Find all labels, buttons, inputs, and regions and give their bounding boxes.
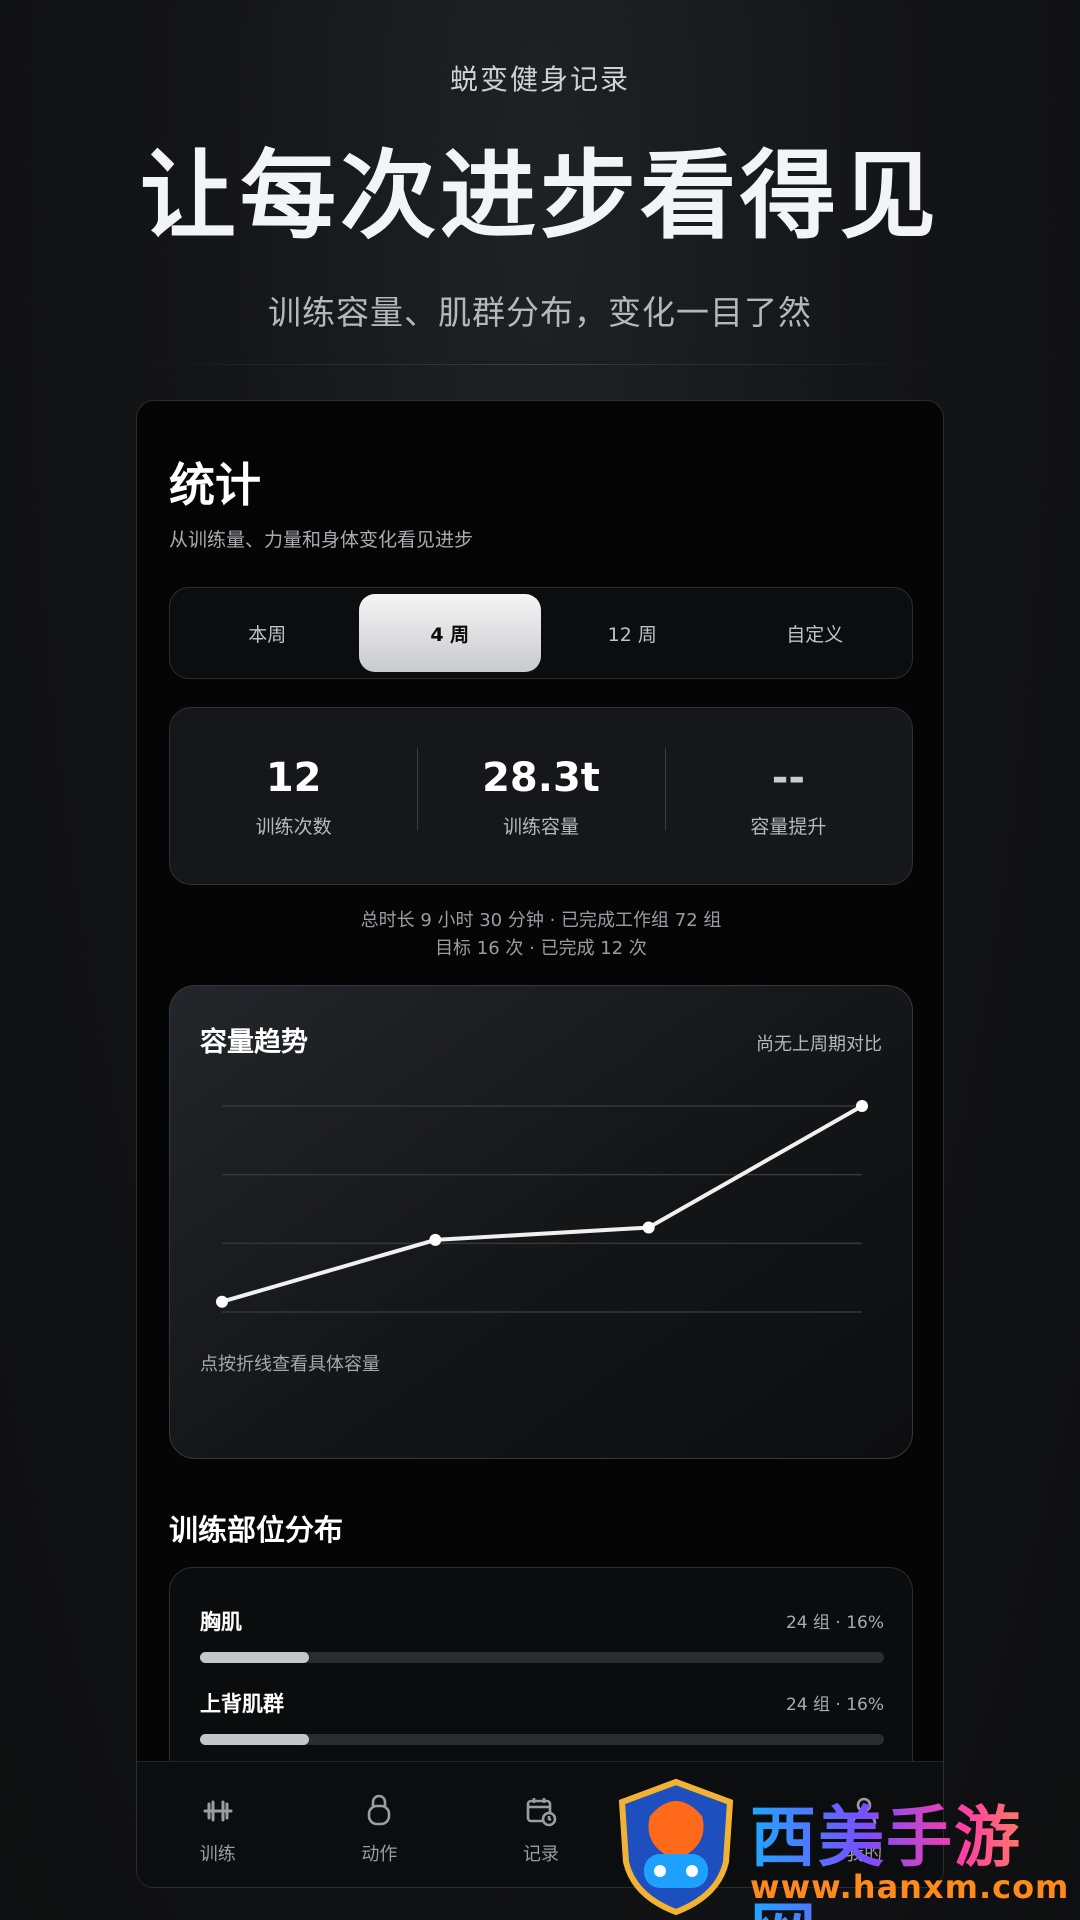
- stat-value: --: [771, 754, 805, 801]
- data-point[interactable]: [856, 1100, 868, 1112]
- stat-label: 训练容量: [502, 815, 579, 838]
- tab-this-week[interactable]: 本周: [176, 594, 359, 672]
- summary-text: 总时长 9 小时 30 分钟 · 已完成工作组 72 组 目标 16 次 · 已…: [137, 907, 943, 963]
- tab-label: 动作: [361, 1844, 398, 1865]
- stat-volume: 28.3t 训练容量: [417, 747, 664, 839]
- tab-4-weeks[interactable]: 4 周: [358, 594, 541, 672]
- series-line[interactable]: [221, 1104, 863, 1304]
- progress-track: [200, 1652, 884, 1663]
- trend-hint: 点按折线查看具体容量: [200, 1354, 380, 1375]
- divider: [140, 364, 940, 365]
- dumbbell-icon: [201, 1794, 235, 1828]
- calendar-clock-icon: [524, 1794, 558, 1828]
- tab-label: 训练: [199, 1844, 236, 1865]
- shield-logo-icon: [618, 1778, 734, 1916]
- distribution-title: 训练部位分布: [169, 1513, 344, 1547]
- tagline: 训练容量、肌群分布，变化一目了然: [268, 293, 812, 332]
- muscle-meta: 24 组 · 16%: [785, 1613, 884, 1633]
- phone-screen: 统计 从训练量、力量和身体变化看见进步 本周 4 周 12 周 自定义 12 训…: [136, 400, 944, 1888]
- watermark-url: www.hanxm.com: [750, 1868, 1070, 1906]
- tab-exercises[interactable]: 动作: [299, 1762, 461, 1887]
- summary-line: 总时长 9 小时 30 分钟 · 已完成工作组 72 组: [360, 910, 722, 931]
- stat-label: 容量提升: [750, 815, 827, 838]
- app-name: 蜕变健身记录: [449, 63, 630, 96]
- tab-custom[interactable]: 自定义: [724, 594, 907, 672]
- muscle-name: 上背肌群: [200, 1692, 284, 1716]
- stat-value: 28.3t: [482, 754, 600, 801]
- tab-label: 记录: [522, 1844, 559, 1865]
- muscle-meta: 24 组 · 16%: [785, 1695, 884, 1715]
- tab-records[interactable]: 记录: [460, 1762, 622, 1887]
- kettlebell-icon: [362, 1794, 396, 1828]
- progress-fill: [200, 1734, 310, 1745]
- tab-training[interactable]: 训练: [137, 1762, 299, 1887]
- stats-card: 12 训练次数 28.3t 训练容量 -- 容量提升: [169, 707, 913, 885]
- headline: 让每次进步看得见: [140, 140, 940, 252]
- page-title: 统计: [169, 458, 261, 512]
- watermark: 西美手游网 www.hanxm.com: [600, 1772, 1080, 1920]
- data-point[interactable]: [642, 1221, 655, 1234]
- progress-fill: [200, 1652, 310, 1663]
- muscle-name: 胸肌: [200, 1610, 242, 1634]
- summary-line: 目标 16 次 · 已完成 12 次: [435, 938, 647, 959]
- progress-track: [200, 1734, 884, 1745]
- stat-improvement: -- 容量提升: [664, 747, 912, 839]
- volume-trend-chart[interactable]: [170, 986, 914, 1460]
- data-point[interactable]: [216, 1295, 228, 1308]
- page-subtitle: 从训练量、力量和身体变化看见进步: [169, 529, 474, 551]
- period-selector: 本周 4 周 12 周 自定义: [169, 587, 913, 679]
- trend-card: 容量趋势 尚无上周期对比 点按折线查看具体容量: [169, 985, 913, 1459]
- data-point[interactable]: [429, 1233, 442, 1246]
- stat-value: 12: [265, 754, 322, 801]
- stat-sessions: 12 训练次数: [170, 754, 417, 839]
- tab-12-weeks[interactable]: 12 周: [541, 594, 724, 672]
- stat-label: 训练次数: [255, 815, 332, 838]
